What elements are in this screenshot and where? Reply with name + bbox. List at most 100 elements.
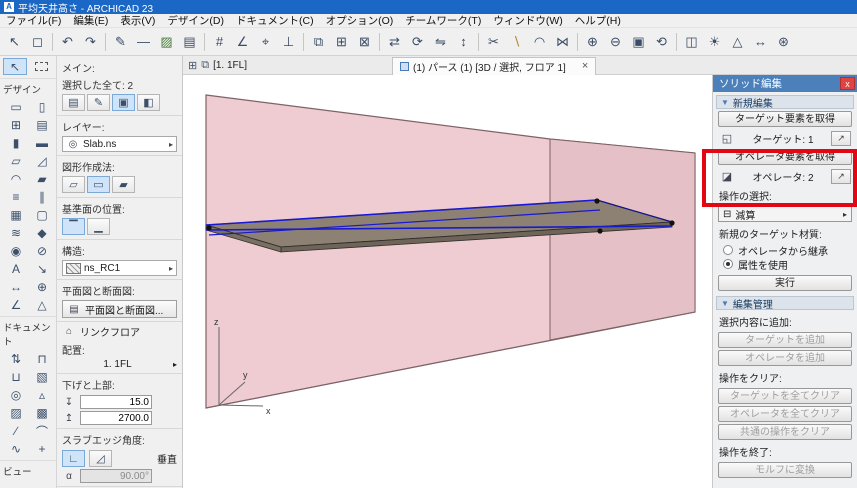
marquee-icon[interactable]: ◻	[26, 31, 49, 53]
redo-icon[interactable]: ↷	[79, 31, 102, 53]
geometry-polygon-button[interactable]: ▱	[62, 176, 85, 193]
copy-icon[interactable]: ⧉	[307, 31, 330, 53]
mirror-icon[interactable]: ⇋	[429, 31, 452, 53]
tab-3d-perspective[interactable]: (1) パース (1) [3D / 選択, フロア 1] ×	[391, 56, 597, 75]
clear-targets-button[interactable]: ターゲットを全てクリア	[718, 388, 852, 404]
change-tool[interactable]: ▵	[29, 386, 55, 404]
camera-icon[interactable]: △	[726, 31, 749, 53]
tab-close-icon[interactable]: ×	[582, 61, 588, 72]
curtain-wall-tool[interactable]: ▦	[3, 206, 29, 224]
dimension-tool[interactable]: ↔	[3, 278, 29, 296]
arrow-icon[interactable]: ↖	[3, 31, 26, 53]
offset-input[interactable]	[80, 395, 152, 409]
opening-tool[interactable]: ⊘	[29, 242, 55, 260]
clear-operators-button[interactable]: オペレータを全てクリア	[718, 406, 852, 422]
menu-document[interactable]: ドキュメント(C)	[230, 14, 320, 28]
settings-icon[interactable]: ⊛	[772, 31, 795, 53]
edge-angle-input[interactable]	[80, 469, 152, 483]
inject-params-button[interactable]: ◧	[137, 94, 160, 111]
zoom-in-icon[interactable]: ⊕	[581, 31, 604, 53]
stair-tool[interactable]: ≡	[3, 188, 29, 206]
radio-attribute-row[interactable]: 属性を使用	[723, 258, 847, 272]
marquee-tool[interactable]	[29, 58, 53, 75]
layers-icon[interactable]: ▤	[178, 31, 201, 53]
pen-icon[interactable]: ✎	[109, 31, 132, 53]
shell-tool[interactable]: ◠	[3, 170, 29, 188]
morph-tool[interactable]: ▰	[29, 170, 55, 188]
layout-switcher-icon[interactable]: ⊞	[188, 59, 197, 72]
cutaway-icon[interactable]: ◫	[680, 31, 703, 53]
worksheet-tool[interactable]: ▧	[29, 368, 55, 386]
selection-handle[interactable]	[206, 225, 212, 231]
menu-view[interactable]: 表示(V)	[114, 14, 161, 28]
door-tool[interactable]: ▯	[29, 98, 55, 116]
plan-section-button[interactable]: ▤ 平面図と断面図...	[62, 300, 177, 318]
hotspot-tool[interactable]: +	[29, 440, 55, 458]
close-icon[interactable]: x	[840, 77, 855, 90]
arc-tool[interactable]: ⌒	[29, 422, 55, 440]
railing-tool[interactable]: ∥	[29, 188, 55, 206]
lamp-tool[interactable]: ◉	[3, 242, 29, 260]
execute-button[interactable]: 実行	[718, 275, 852, 291]
selection-handle[interactable]	[594, 198, 600, 204]
menu-file[interactable]: ファイル(F)	[0, 14, 67, 28]
toolbox-section-document[interactable]: ドキュメント	[0, 316, 56, 350]
geometry-rectangle-button[interactable]: ▭	[87, 176, 110, 193]
section-tool[interactable]: ⇅	[3, 350, 29, 368]
gravity-icon[interactable]: ⊥	[277, 31, 300, 53]
placement-value-row[interactable]: 1. 1FL ▸	[62, 359, 177, 370]
menu-edit[interactable]: 編集(E)	[67, 14, 114, 28]
add-operator-button[interactable]: オペレータを追加	[718, 350, 852, 366]
zone-tool[interactable]: ▢	[29, 206, 55, 224]
layer-dropdown[interactable]: ◎ Slab.ns ▸	[62, 136, 177, 152]
menu-window[interactable]: ウィンドウ(W)	[487, 14, 568, 28]
pickup-params-button[interactable]: ▣	[112, 94, 135, 111]
snap-point-icon[interactable]: ⌖	[254, 31, 277, 53]
geometry-rotated-rectangle-button[interactable]: ▰	[112, 176, 135, 193]
selection-handle[interactable]	[669, 220, 675, 226]
3d-viewport[interactable]: z y x	[183, 75, 712, 488]
angle-dimension-tool[interactable]: ∠	[3, 296, 29, 314]
menu-teamwork[interactable]: チームワーク(T)	[399, 14, 487, 28]
toolbox-section-design[interactable]: デザイン	[0, 78, 56, 98]
line-tool[interactable]: ∕	[3, 422, 29, 440]
dimension-icon[interactable]: ↔	[749, 31, 772, 53]
level-dimension-tool[interactable]: ⊕	[29, 278, 55, 296]
line-type-icon[interactable]: ―	[132, 31, 155, 53]
select-tool[interactable]: ↖	[3, 58, 27, 75]
interior-elevation-tool[interactable]: ⊔	[3, 368, 29, 386]
camera-tool[interactable]: △	[29, 296, 55, 314]
sun-study-icon[interactable]: ☀	[703, 31, 726, 53]
slab-settings-button[interactable]: ▤	[62, 94, 85, 111]
radio-use-attribute[interactable]	[723, 259, 733, 269]
corner-window-tool[interactable]: ▤	[29, 116, 55, 134]
figure-tool[interactable]: ▩	[29, 404, 55, 422]
reference-plane-top-button[interactable]: ▔	[62, 218, 85, 235]
resize-icon[interactable]: ↕	[452, 31, 475, 53]
add-target-button[interactable]: ターゲットを追加	[718, 332, 852, 348]
section-new-edit[interactable]: ▼ 新規編集	[716, 95, 854, 110]
group-icon[interactable]: ⊞	[330, 31, 353, 53]
move-icon[interactable]: ⇄	[383, 31, 406, 53]
undo-icon[interactable]: ↶	[56, 31, 79, 53]
trim-icon[interactable]: ✂	[482, 31, 505, 53]
zoom-out-icon[interactable]: ⊖	[604, 31, 627, 53]
radio-inherit[interactable]	[723, 245, 733, 255]
convert-to-morph-button[interactable]: モルフに変換	[718, 462, 852, 478]
intersect-icon[interactable]: ⋈	[551, 31, 574, 53]
fill-icon[interactable]: ▨	[155, 31, 178, 53]
edge-vertical-button[interactable]: ∟	[62, 450, 85, 467]
floor-plan-icon[interactable]: ⧉	[201, 59, 209, 72]
solid-panel-header[interactable]: ソリッド編集 x	[713, 75, 857, 92]
split-icon[interactable]: ∖	[505, 31, 528, 53]
label-tool[interactable]: ↘	[29, 260, 55, 278]
target-pick-button[interactable]: ↗	[831, 130, 851, 146]
operation-dropdown[interactable]: ⊟ 減算 ▸	[718, 206, 852, 222]
top-elevation-input[interactable]	[80, 411, 152, 425]
toolbox-section-view[interactable]: ビュー	[0, 460, 56, 480]
window-tool[interactable]: ⊞	[3, 116, 29, 134]
clear-common-button[interactable]: 共通の操作をクリア	[718, 424, 852, 440]
pen-button[interactable]: ✎	[87, 94, 110, 111]
object-tool[interactable]: ◆	[29, 224, 55, 242]
guide-line-icon[interactable]: ∠	[231, 31, 254, 53]
